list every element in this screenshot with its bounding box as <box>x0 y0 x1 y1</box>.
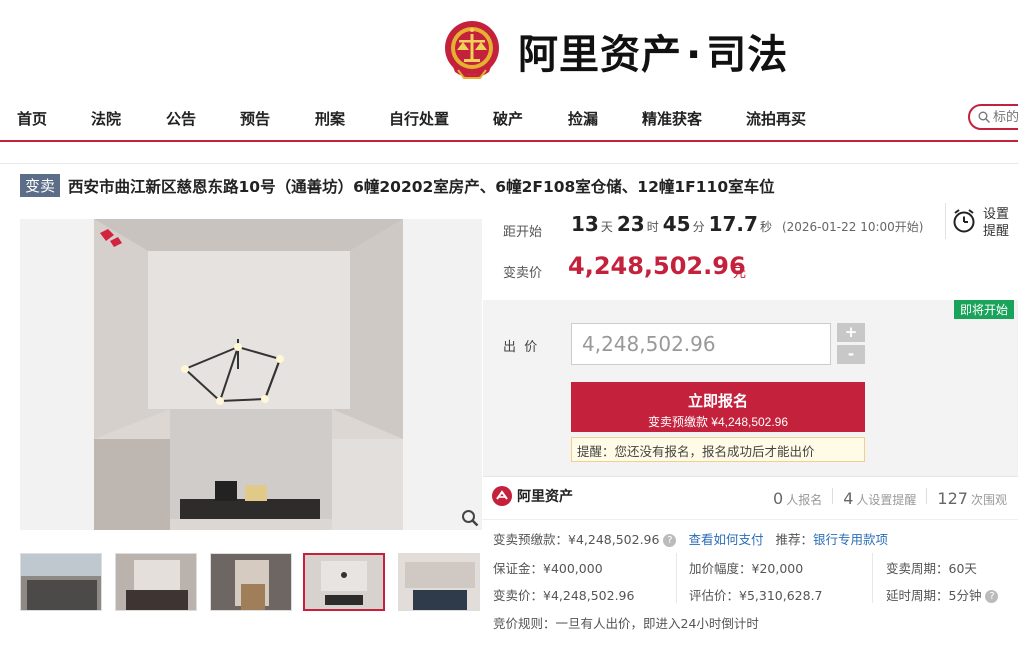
countdown: 13 天 23 时 45 分 17.7 秒 (2026-01-22 10:00开… <box>571 212 923 236</box>
bid-label: 出 价 <box>503 340 538 355</box>
help-icon[interactable]: ? <box>985 590 999 603</box>
search-icon <box>978 111 990 123</box>
nav-item-rebuy[interactable]: 流拍再买 <box>746 108 806 129</box>
nav-item-self-disposal[interactable]: 自行处置 <box>389 108 449 129</box>
main-photo[interactable] <box>20 219 482 530</box>
alarm-clock-icon <box>953 209 975 233</box>
countdown-seconds: 17.7 <box>708 212 758 236</box>
seconds-unit: 秒 <box>759 220 772 234</box>
days-unit: 天 <box>600 220 613 234</box>
reminder-count: 4 <box>843 489 854 508</box>
auction-stats: 0 人报名 4 人设置提醒 127 次围观 <box>773 488 1007 508</box>
thumbnail[interactable] <box>115 553 197 611</box>
reminder-label-2: 提醒 <box>983 224 1010 239</box>
signup-label: 立即报名 <box>687 393 748 410</box>
countdown-label: 距开始 <box>503 225 543 240</box>
signup-deposit-label: 变卖预缴款 ¥4,248,502.96 <box>647 415 789 429</box>
status-badge: 即将开始 <box>953 300 1014 319</box>
sale-period: 变卖周期：60天 <box>886 561 977 576</box>
countdown-minutes: 45 <box>662 212 691 236</box>
thumbnail[interactable] <box>398 553 480 611</box>
stats-divider <box>926 488 928 504</box>
brand-name: 阿里资产 · 司法 <box>518 32 789 78</box>
thumbnail-strip <box>20 553 482 613</box>
delay-period-row: 延时周期：5分钟? <box>886 585 999 604</box>
ali-assets-icon <box>492 486 512 506</box>
nav-item-bargain[interactable]: 捡漏 <box>568 108 598 129</box>
set-reminder-button[interactable]: 设置 提醒 <box>945 203 1015 239</box>
room-ceiling-photo <box>20 219 482 530</box>
how-to-pay-link[interactable]: 查看如何支付 <box>688 532 763 547</box>
price-unit: 元 <box>733 266 747 281</box>
bid-increment: 加价幅度：¥20,000 <box>689 561 804 576</box>
divider <box>872 553 873 603</box>
view-count: 127 <box>937 489 968 508</box>
bid-amount-input[interactable] <box>571 323 831 365</box>
divider <box>676 553 677 603</box>
search-input[interactable] <box>993 109 1018 125</box>
main-nav: 首页 法院 公告 预告 刑案 自行处置 破产 捡漏 精准获客 流拍再买 <box>0 96 1018 142</box>
bidding-rule: 竞价规则：一旦有人出价，即进入24小时倒计时 <box>493 616 759 631</box>
nav-item-notice[interactable]: 公告 <box>166 108 196 129</box>
divider <box>0 163 1018 164</box>
nav-item-court[interactable]: 法院 <box>91 108 121 129</box>
reminder-count-label: 人设置提醒 <box>856 493 917 507</box>
ali-assets-text: 阿里资产 <box>517 489 573 505</box>
sale-type-badge: 变卖 <box>20 174 61 197</box>
countdown-hours: 23 <box>616 212 645 236</box>
recommend-label: 推荐： <box>775 532 813 547</box>
divider <box>483 519 1018 520</box>
ali-assets-logo: 阿里资产 <box>492 486 573 506</box>
start-time-note: (2026-01-22 10:00开始) <box>781 220 924 234</box>
price-label: 变卖价 <box>503 266 543 281</box>
signup-count-label: 人报名 <box>786 493 823 507</box>
delay-period: 延时周期：5分钟 <box>886 588 982 603</box>
minutes-unit: 分 <box>692 220 705 234</box>
court-emblem-icon <box>445 21 499 79</box>
nav-item-preview[interactable]: 预告 <box>240 108 270 129</box>
help-icon[interactable]: ? <box>663 534 677 547</box>
thumbnail[interactable] <box>210 553 292 611</box>
nav-item-criminal[interactable]: 刑案 <box>315 108 345 129</box>
listing-title-row: 变卖 西安市曲江新区慈恩东路10号（通善坊）6幢20202室房产、6幢2F108… <box>20 174 775 197</box>
bond-amount: 保证金：¥400,000 <box>493 561 603 576</box>
decrease-bid-button[interactable]: - <box>837 345 865 364</box>
site-logo[interactable]: 阿里资产 · 司法 <box>444 20 788 82</box>
zoom-icon[interactable] <box>461 509 479 527</box>
bank-funds-link[interactable]: 银行专用款项 <box>813 532 888 547</box>
sale-price: 变卖价：¥4,248,502.96 <box>493 588 635 603</box>
search-box[interactable] <box>968 104 1018 130</box>
signup-tip: 提醒：您还没有报名，报名成功后才能出价 <box>571 437 865 462</box>
hours-unit: 时 <box>646 220 659 234</box>
stats-divider <box>832 488 834 504</box>
auction-info-box: 阿里资产 0 人报名 4 人设置提醒 127 次围观 变卖预缴款：¥4,248,… <box>483 476 1018 647</box>
nav-item-bankruptcy[interactable]: 破产 <box>493 108 523 129</box>
nav-item-precision[interactable]: 精准获客 <box>642 108 702 129</box>
price-value: 4,248,502.96 <box>568 252 746 280</box>
countdown-days: 13 <box>571 212 599 236</box>
appraisal-price: 评估价：¥5,310,628.7 <box>689 588 823 603</box>
thumbnail-active[interactable] <box>303 553 385 611</box>
signup-count: 0 <box>773 489 784 508</box>
bid-panel: 即将开始 出 价 + - 立即报名 变卖预缴款 ¥4,248,502.96 提醒… <box>483 300 1018 476</box>
signup-button[interactable]: 立即报名 变卖预缴款 ¥4,248,502.96 <box>571 382 865 432</box>
view-count-label: 次围观 <box>970 493 1007 507</box>
deposit-row: 变卖预缴款：¥4,248,502.96? 查看如何支付 推荐：银行专用款项 <box>493 529 888 548</box>
deposit-text: 变卖预缴款：¥4,248,502.96 <box>493 532 660 547</box>
listing-title: 西安市曲江新区慈恩东路10号（通善坊）6幢20202室房产、6幢2F108室仓储… <box>68 177 775 196</box>
increase-bid-button[interactable]: + <box>837 323 865 342</box>
thumbnail[interactable] <box>20 553 102 611</box>
nav-item-home[interactable]: 首页 <box>17 108 47 129</box>
